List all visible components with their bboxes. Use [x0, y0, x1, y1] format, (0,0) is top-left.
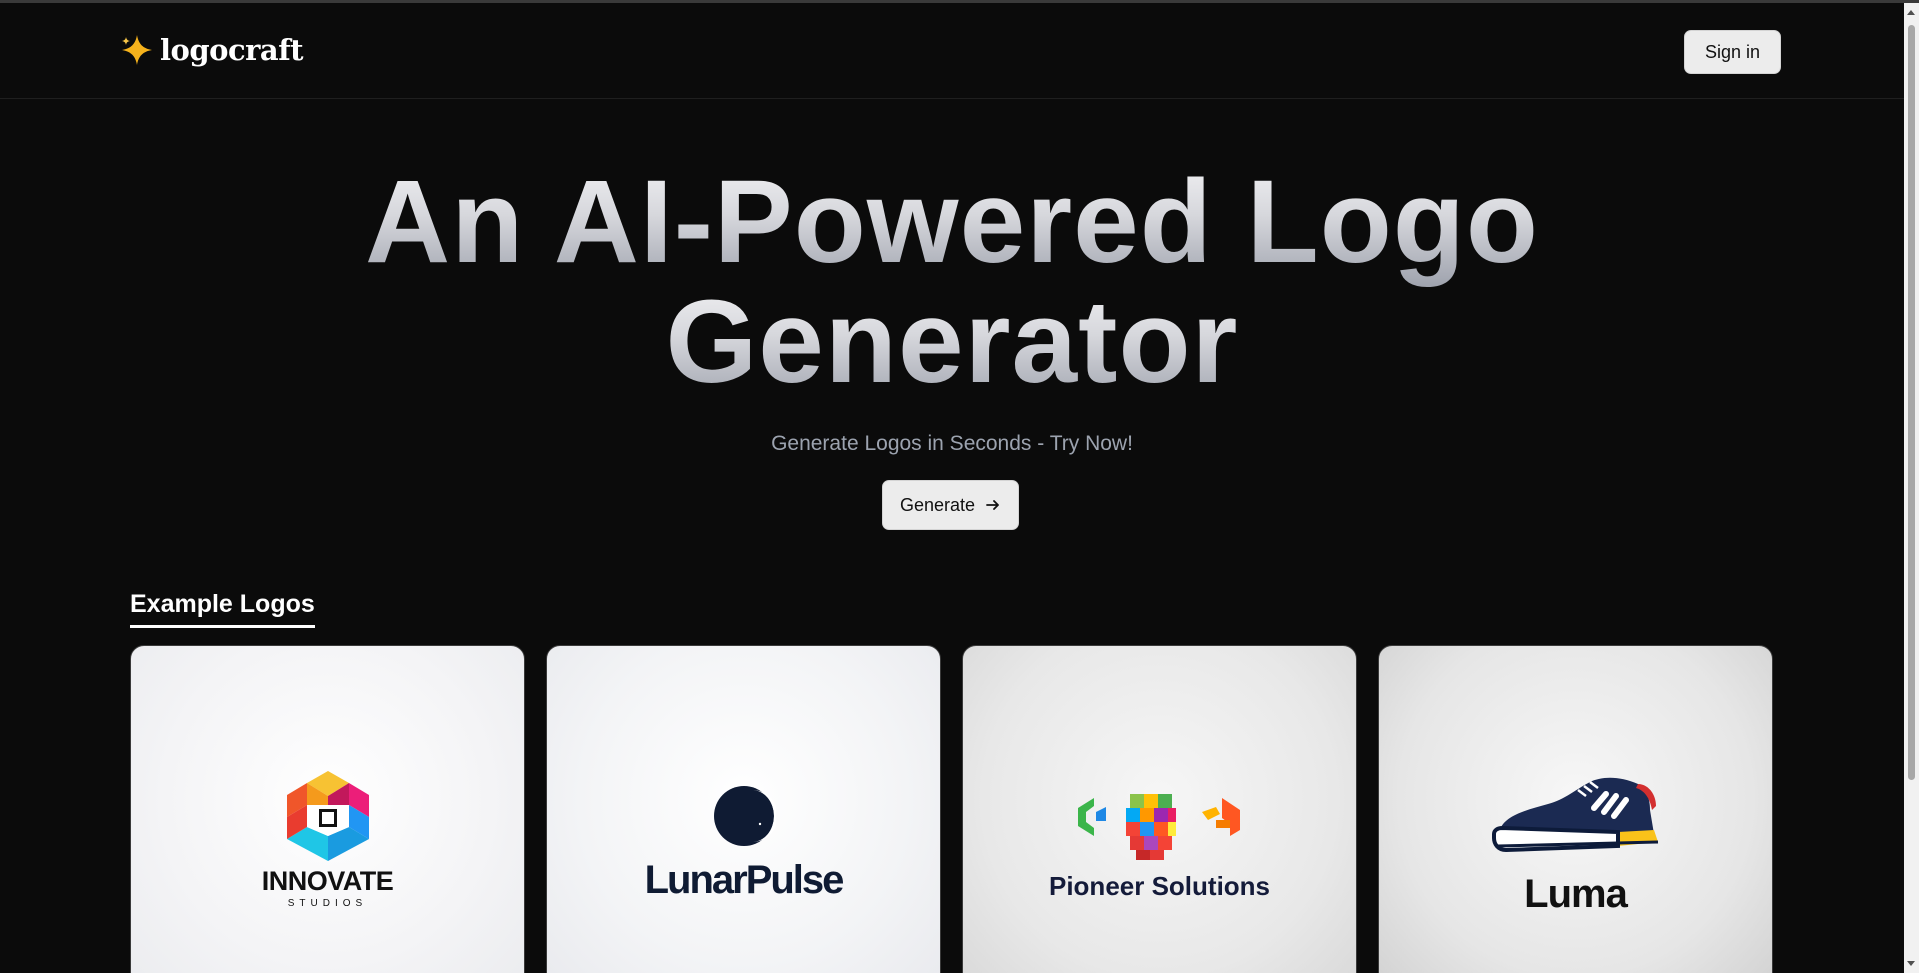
scrollbar-thumb[interactable] [1908, 25, 1915, 780]
example-logo-card[interactable]: Pioneer Solutions [962, 645, 1357, 973]
crescent-moon-icon [712, 784, 778, 853]
site-header: logocraft Sign in [0, 3, 1904, 99]
example-logo-card[interactable]: INNOVATE STUDIOS [130, 645, 525, 973]
example-logo-name: LunarPulse [644, 858, 845, 902]
brand-logo[interactable]: logocraft [120, 33, 304, 67]
example-logo-card[interactable]: LunarPulse [546, 645, 941, 973]
example-logos-heading: Example Logos [130, 590, 315, 628]
generate-button-label: Generate [899, 494, 976, 515]
scroll-up-arrow-icon[interactable] [1907, 10, 1915, 15]
example-logo-name: Pioneer Solutions [1048, 871, 1271, 901]
hero-title-line-2: Generator [665, 276, 1239, 408]
hero-title: An AI-Powered Logo Generator [0, 162, 1904, 402]
hero-title-line-1: An AI-Powered Logo [365, 156, 1539, 288]
example-logo-subname: STUDIOS [287, 898, 368, 909]
brand-name: logocraft [160, 33, 304, 67]
arrow-right-icon [985, 497, 1001, 513]
sign-in-button[interactable]: Sign in [1684, 30, 1781, 74]
example-logos-grid: INNOVATE STUDIOS LunarPulse Pioneer Solu… [130, 645, 1773, 973]
example-logo-card[interactable]: Luma [1378, 645, 1773, 973]
sparkle-icon [120, 33, 154, 67]
page: logocraft Sign in An AI-Powered Logo Gen… [0, 0, 1919, 973]
page-scrollbar[interactable] [1904, 3, 1919, 973]
sneaker-icon [1486, 770, 1666, 865]
example-logo-name: INNOVATE [261, 866, 394, 896]
hero-subtitle: Generate Logos in Seconds - Try Now! [771, 432, 1133, 455]
scroll-down-arrow-icon[interactable] [1907, 961, 1915, 966]
colorful-cubes-icon [1070, 788, 1250, 871]
colorful-hexagon-icon [285, 769, 371, 868]
example-logo-name: Luma [1524, 872, 1628, 916]
generate-button[interactable]: Generate [882, 480, 1019, 530]
